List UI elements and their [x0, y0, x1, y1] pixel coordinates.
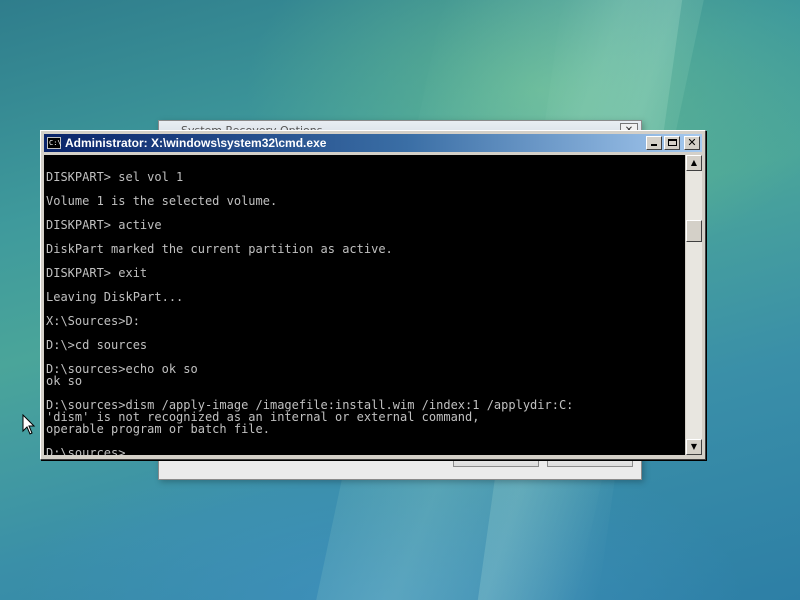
console-line: operable program or batch file. [46, 422, 270, 436]
scroll-up-button[interactable]: ▲ [686, 155, 702, 171]
cmd-app-icon: C:\ [47, 137, 62, 149]
console-line: DiskPart marked the current partition as… [46, 242, 393, 256]
console-line: D:\sources>echo ok so [46, 362, 198, 376]
mouse-pointer-icon [22, 414, 36, 435]
console-line: X:\Sources>D: [46, 314, 140, 328]
console-line: DISKPART> sel vol 1 [46, 170, 184, 184]
scroll-down-button[interactable]: ▼ [686, 439, 702, 455]
console-line: Leaving DiskPart... [46, 290, 184, 304]
close-button[interactable]: ✕ [684, 136, 700, 150]
console-text: DISKPART> sel vol 1 Volume 1 is the selec… [44, 155, 685, 455]
maximize-icon [668, 139, 677, 146]
console-line: Volume 1 is the selected volume. [46, 194, 278, 208]
cmd-window-title: Administrator: X:\windows\system32\cmd.e… [65, 136, 327, 150]
console-line: D:\>cd sources [46, 338, 148, 352]
cmd-window[interactable]: C:\ Administrator: X:\windows\system32\c… [40, 130, 706, 460]
cmd-title-bar[interactable]: C:\ Administrator: X:\windows\system32\c… [44, 134, 702, 152]
window-controls: ✕ [646, 136, 700, 150]
console-line: DISKPART> active [46, 218, 162, 232]
close-icon: ✕ [687, 136, 697, 149]
maximize-button[interactable] [664, 136, 680, 150]
vertical-scrollbar[interactable]: ▲ ▼ [686, 155, 702, 455]
console-line: D:\sources> [46, 447, 685, 455]
console-line: DISKPART> exit [46, 266, 148, 280]
minimize-icon [651, 144, 657, 146]
console-output[interactable]: DISKPART> sel vol 1 Volume 1 is the selec… [44, 155, 685, 455]
console-line: ok so [46, 374, 83, 388]
scroll-thumb[interactable] [686, 220, 702, 242]
minimize-button[interactable] [646, 136, 662, 150]
